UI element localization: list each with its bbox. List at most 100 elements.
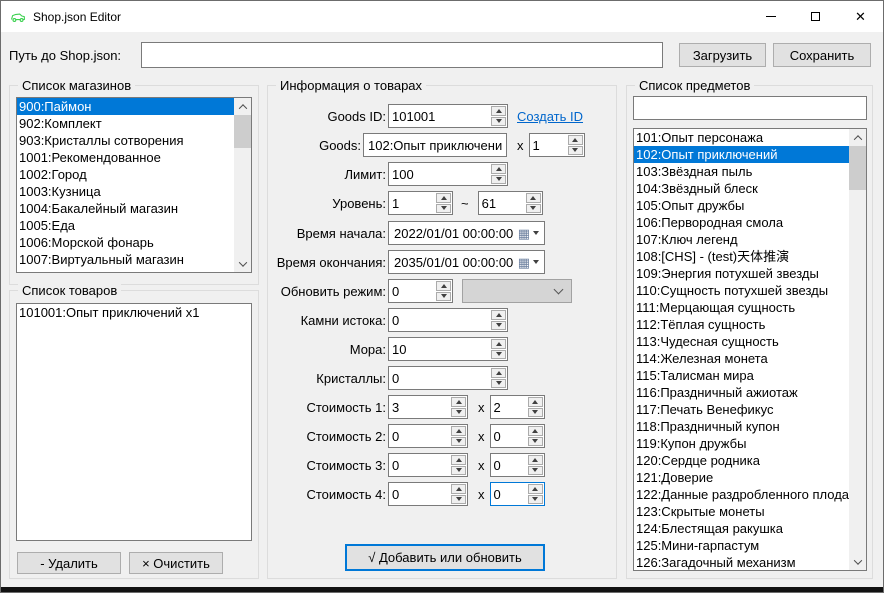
mora-input[interactable]	[389, 338, 490, 360]
spin-up-button[interactable]	[526, 193, 541, 203]
spin-up-button[interactable]	[491, 368, 506, 378]
list-item[interactable]: 112:Тёплая сущность	[634, 316, 849, 333]
list-item[interactable]: 107:Ключ легенд	[634, 231, 849, 248]
cost3-count-spinner[interactable]	[490, 453, 545, 477]
spin-down-button[interactable]	[451, 437, 466, 447]
spin-up-button[interactable]	[451, 455, 466, 465]
spin-down-button[interactable]	[491, 379, 506, 389]
cost4-count-spinner[interactable]	[490, 482, 545, 506]
spin-down-button[interactable]	[528, 437, 543, 447]
spin-down-button[interactable]	[491, 175, 506, 185]
list-item[interactable]: 1006:Морской фонарь	[17, 234, 234, 251]
dropdown-arrow-icon[interactable]	[533, 260, 539, 264]
list-item[interactable]: 125:Мини-гарпастум	[634, 537, 849, 554]
maximize-button[interactable]	[793, 1, 838, 32]
end-time-picker[interactable]: 2035/01/01 00:00:00 ▦	[388, 250, 545, 274]
list-item[interactable]: 1003:Кузница	[17, 183, 234, 200]
list-item[interactable]: 121:Доверие	[634, 469, 849, 486]
create-id-link[interactable]: Создать ID	[517, 109, 583, 124]
list-item[interactable]: 1005:Еда	[17, 217, 234, 234]
goods-id-spinner[interactable]	[388, 104, 508, 128]
dropdown-arrow-icon[interactable]	[533, 231, 539, 235]
list-item[interactable]: 105:Опыт дружбы	[634, 197, 849, 214]
spin-down-button[interactable]	[436, 292, 451, 302]
list-item[interactable]: 115:Талисман мира	[634, 367, 849, 384]
cost3-count-input[interactable]	[491, 454, 527, 476]
list-item[interactable]: 119:Купон дружбы	[634, 435, 849, 452]
list-item[interactable]: 111:Мерцающая сущность	[634, 299, 849, 316]
refresh-mode-spinner[interactable]	[388, 279, 453, 303]
spin-up-button[interactable]	[491, 310, 506, 320]
spin-down-button[interactable]	[451, 408, 466, 418]
list-item[interactable]: 102:Опыт приключений	[634, 146, 849, 163]
list-item[interactable]: 903:Кристаллы сотворения	[17, 132, 234, 149]
spin-up-button[interactable]	[451, 484, 466, 494]
crystals-input[interactable]	[389, 367, 490, 389]
add-or-update-button[interactable]: √ Добавить или обновить	[345, 544, 545, 571]
list-item[interactable]: 113:Чудесная сущность	[634, 333, 849, 350]
limit-spinner[interactable]	[388, 162, 508, 186]
list-item[interactable]: 106:Первородная смола	[634, 214, 849, 231]
scroll-up-icon[interactable]	[234, 98, 251, 115]
spin-down-button[interactable]	[528, 466, 543, 476]
cost1-id-spinner[interactable]	[388, 395, 468, 419]
refresh-mode-input[interactable]	[389, 280, 435, 302]
list-item[interactable]: 117:Печать Венефикус	[634, 401, 849, 418]
spin-up-button[interactable]	[436, 193, 451, 203]
list-item[interactable]: 101:Опыт персонажа	[634, 129, 849, 146]
begin-time-picker[interactable]: 2022/01/01 00:00:00 ▦	[388, 221, 545, 245]
level-max-spinner[interactable]	[478, 191, 543, 215]
spin-up-button[interactable]	[528, 397, 543, 407]
scroll-down-icon[interactable]	[849, 553, 866, 570]
goods-count-spinner[interactable]	[529, 133, 585, 157]
primogems-spinner[interactable]	[388, 308, 508, 332]
cost2-count-spinner[interactable]	[490, 424, 545, 448]
cost2-id-input[interactable]	[389, 425, 450, 447]
level-min-spinner[interactable]	[388, 191, 453, 215]
goods-input[interactable]	[363, 133, 507, 157]
list-item[interactable]: 1007:Виртуальный магазин	[17, 251, 234, 268]
list-item[interactable]: 124:Блестящая ракушка	[634, 520, 849, 537]
list-item[interactable]: 116:Праздничный ажиотаж	[634, 384, 849, 401]
spin-up-button[interactable]	[491, 164, 506, 174]
scroll-thumb[interactable]	[234, 115, 251, 148]
cart-list[interactable]: 101001:Опыт приключений x1	[16, 303, 252, 541]
cost4-id-spinner[interactable]	[388, 482, 468, 506]
spin-up-button[interactable]	[491, 339, 506, 349]
spin-up-button[interactable]	[528, 426, 543, 436]
shops-scrollbar[interactable]	[234, 98, 251, 272]
mora-spinner[interactable]	[388, 337, 508, 361]
spin-down-button[interactable]	[491, 321, 506, 331]
spin-down-button[interactable]	[436, 204, 451, 214]
list-item[interactable]: 902:Комплект	[17, 115, 234, 132]
list-item[interactable]: 1001:Рекомендованное	[17, 149, 234, 166]
cost2-id-spinner[interactable]	[388, 424, 468, 448]
cost1-id-input[interactable]	[389, 396, 450, 418]
spin-up-button[interactable]	[491, 106, 506, 116]
scroll-thumb[interactable]	[849, 146, 866, 190]
spin-up-button[interactable]	[451, 426, 466, 436]
path-input[interactable]	[141, 42, 663, 68]
spin-down-button[interactable]	[526, 204, 541, 214]
items-search-input[interactable]	[633, 96, 867, 120]
cost1-count-spinner[interactable]	[490, 395, 545, 419]
load-button[interactable]: Загрузить	[679, 43, 766, 67]
delete-goods-button[interactable]: - Удалить	[17, 552, 121, 574]
spin-down-button[interactable]	[491, 350, 506, 360]
list-item[interactable]: 109:Энергия потухшей звезды	[634, 265, 849, 282]
minimize-button[interactable]	[748, 1, 793, 32]
list-item[interactable]: 1004:Бакалейный магазин	[17, 200, 234, 217]
clear-goods-button[interactable]: × Очистить	[129, 552, 223, 574]
cost2-count-input[interactable]	[491, 425, 527, 447]
close-button[interactable]: ✕	[838, 1, 883, 32]
list-item[interactable]: 120:Сердце родника	[634, 452, 849, 469]
list-item[interactable]: 900:Паймон	[17, 98, 234, 115]
spin-up-button[interactable]	[451, 397, 466, 407]
scroll-up-icon[interactable]	[849, 129, 866, 146]
list-item[interactable]: 101001:Опыт приключений x1	[17, 304, 251, 321]
list-item[interactable]: 114:Железная монета	[634, 350, 849, 367]
cost1-count-input[interactable]	[491, 396, 527, 418]
cost4-id-input[interactable]	[389, 483, 450, 505]
items-list[interactable]: 101:Опыт персонажа102:Опыт приключений 10…	[633, 128, 867, 571]
spin-up-button[interactable]	[436, 281, 451, 291]
